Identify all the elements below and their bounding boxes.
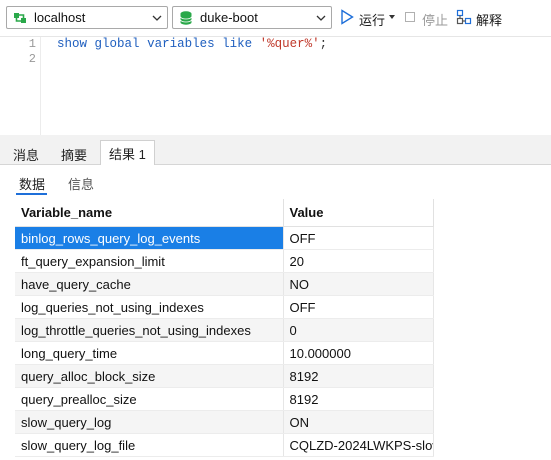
cell-value[interactable]: 0 — [283, 318, 434, 342]
database-select-value: duke-boot — [200, 10, 258, 25]
grid-header-row: Variable_name Value — [15, 199, 434, 227]
result-sub-tabs: 数据 信息 — [0, 165, 551, 197]
tab-label: 结果 1 — [109, 147, 146, 162]
tab-label: 摘要 — [61, 148, 88, 163]
line-number-gutter: 1 2 — [0, 37, 41, 136]
table-row[interactable]: query_prealloc_size 8192 — [15, 387, 434, 411]
table-row[interactable]: slow_query_log ON — [15, 410, 434, 434]
chevron-down-icon — [316, 15, 326, 21]
cell-variable-name[interactable]: long_query_time — [15, 341, 284, 365]
stop-label: 停止 — [422, 13, 449, 28]
tab-result-1[interactable]: 结果 1 — [100, 140, 155, 165]
cell-variable-name[interactable]: have_query_cache — [15, 272, 284, 296]
sql-keyword: variables — [147, 37, 215, 51]
table-row[interactable]: ft_query_expansion_limit 20 — [15, 249, 434, 273]
line-number: 2 — [28, 52, 36, 66]
cell-variable-name[interactable]: log_throttle_queries_not_using_indexes — [15, 318, 284, 342]
cell-variable-name[interactable]: binlog_rows_query_log_events — [15, 226, 284, 250]
table-row[interactable]: binlog_rows_query_log_events OFF — [15, 226, 434, 250]
table-row[interactable]: have_query_cache NO — [15, 272, 434, 296]
explain-label: 解释 — [476, 13, 503, 28]
sql-keyword: show — [57, 37, 88, 51]
table-row[interactable]: log_throttle_queries_not_using_indexes 0 — [15, 318, 434, 342]
explain-icon — [456, 9, 472, 25]
play-icon — [341, 9, 354, 25]
table-row[interactable]: long_query_time 10.000000 — [15, 341, 434, 365]
sql-editor[interactable]: 1 2 show global variables like '%quer%'; — [0, 36, 551, 136]
cell-variable-name[interactable]: slow_query_log — [15, 410, 284, 434]
cell-value[interactable]: 8192 — [283, 364, 434, 388]
cell-value[interactable]: 8192 — [283, 387, 434, 411]
cell-variable-name[interactable]: slow_query_log_file — [15, 433, 284, 457]
column-header-value[interactable]: Value — [283, 199, 434, 227]
table-row[interactable]: query_alloc_block_size 8192 — [15, 364, 434, 388]
cell-value[interactable]: OFF — [283, 226, 434, 250]
connection-select-value: localhost — [34, 10, 86, 25]
tab-label: 消息 — [13, 148, 40, 163]
result-tab-bar: 消息 摘要 结果 1 — [0, 135, 551, 165]
subtab-info[interactable]: 信息 — [68, 174, 94, 193]
sql-code-line[interactable]: show global variables like '%quer%'; — [57, 37, 327, 51]
run-dropdown-icon[interactable] — [389, 15, 395, 19]
database-icon — [180, 11, 192, 25]
cell-variable-name[interactable]: query_prealloc_size — [15, 387, 284, 411]
sql-keyword: like — [222, 37, 253, 51]
connection-select[interactable]: localhost — [6, 6, 168, 29]
cell-value[interactable]: CQLZD-2024LWKPS-slov — [283, 433, 434, 457]
column-header-variable-name[interactable]: Variable_name — [15, 199, 284, 227]
stop-icon — [405, 12, 415, 22]
cell-variable-name[interactable]: log_queries_not_using_indexes — [15, 295, 284, 319]
sql-terminator: ; — [319, 37, 328, 51]
table-row[interactable]: log_queries_not_using_indexes OFF — [15, 295, 434, 319]
sql-string-literal: '%quer%' — [259, 37, 320, 51]
cell-value[interactable]: 20 — [283, 249, 434, 273]
run-label: 运行 — [359, 13, 386, 28]
chevron-down-icon — [152, 15, 162, 21]
active-subtab-indicator — [16, 193, 47, 195]
database-select[interactable]: duke-boot — [172, 6, 332, 29]
cell-variable-name[interactable]: ft_query_expansion_limit — [15, 249, 284, 273]
sql-keyword: global — [94, 37, 140, 51]
table-row[interactable]: slow_query_log_file CQLZD-2024LWKPS-slov — [15, 433, 434, 457]
line-number: 1 — [28, 37, 36, 51]
cell-value[interactable]: OFF — [283, 295, 434, 319]
tab-messages[interactable]: 消息 — [4, 141, 48, 164]
tab-summary[interactable]: 摘要 — [52, 141, 96, 164]
cell-variable-name[interactable]: query_alloc_block_size — [15, 364, 284, 388]
result-grid[interactable]: Variable_name Value binlog_rows_query_lo… — [15, 199, 434, 457]
subtab-data[interactable]: 数据 — [19, 174, 45, 193]
cell-value[interactable]: ON — [283, 410, 434, 434]
connection-icon — [14, 13, 26, 23]
toolbar: localhost duke-boot 运行 停止 解释 — [0, 0, 551, 36]
cell-value[interactable]: 10.000000 — [283, 341, 434, 365]
cell-value[interactable]: NO — [283, 272, 434, 296]
